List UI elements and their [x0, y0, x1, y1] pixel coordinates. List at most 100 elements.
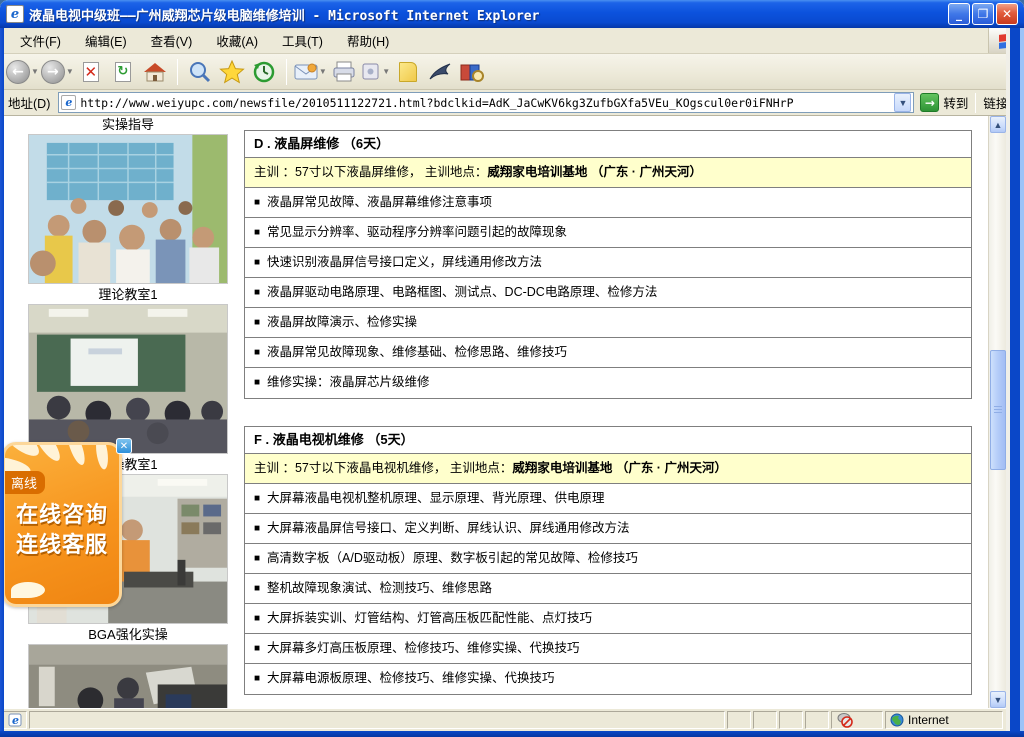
course-item-row: ■液晶屏故障演示、检修实操: [245, 308, 971, 338]
course-table-f: F . 液晶电视机维修 （5天） 主训 ：57寸以下液晶电视机维修， 主训地点：…: [244, 426, 972, 695]
chevron-down-icon[interactable]: ▼: [382, 67, 390, 76]
chevron-down-icon[interactable]: ▼: [31, 67, 39, 76]
address-dropdown-button[interactable]: ▼: [894, 93, 911, 112]
scroll-down-button[interactable]: ▼: [990, 691, 1006, 708]
status-empty-pane: [753, 711, 777, 729]
menu-file[interactable]: 文件(F): [8, 27, 73, 54]
chat-badge-line1: 在线咨询: [5, 497, 119, 529]
bullet-icon: ■: [254, 377, 260, 388]
menu-help[interactable]: 帮助(H): [335, 27, 401, 54]
bullet-icon: ■: [254, 553, 260, 564]
course-item-row: ■ 维修实操：液晶屏芯片级维修: [245, 368, 971, 398]
home-icon: [143, 61, 167, 83]
maximize-button[interactable]: ❐: [972, 3, 994, 25]
minimize-button[interactable]: _: [948, 3, 970, 25]
status-bar: e Internet: [0, 708, 1024, 731]
forward-button[interactable]: →▼: [41, 57, 74, 87]
course-item-row: ■大屏拆装实训、灯管结构、灯管高压板匹配性能、点灯技巧: [245, 604, 971, 634]
refresh-button[interactable]: ↻: [108, 57, 138, 87]
search-button[interactable]: [185, 57, 215, 87]
bullet-icon: ■: [254, 613, 260, 624]
go-label: 转到: [943, 93, 968, 112]
chevron-down-icon[interactable]: ▼: [319, 67, 327, 76]
course-content: D . 液晶屏维修 （6天） 主训 ：57寸以下液晶屏维修， 主训地点：威翔家电…: [244, 116, 972, 695]
course-item-text: 液晶屏常见故障现象、维修基础、检修思路、维修技巧: [267, 345, 567, 359]
subtitle-prefix: 主训 ：57寸以下液晶电视机维修， 主训地点：: [254, 461, 512, 475]
address-input[interactable]: e http://www.weiyupc.com/newsfile/201051…: [58, 92, 914, 113]
menu-favorites[interactable]: 收藏(A): [204, 27, 270, 54]
edit-button[interactable]: ▼: [361, 57, 391, 87]
classroom-photo-2: [28, 304, 228, 454]
popup-blocked-icon: [836, 712, 854, 728]
course-table-d: D . 液晶屏维修 （6天） 主训 ：57寸以下液晶屏维修， 主训地点：威翔家电…: [244, 130, 972, 399]
internet-globe-icon: [890, 713, 904, 727]
stop-button[interactable]: ✕: [76, 57, 106, 87]
mail-button[interactable]: ▼: [294, 57, 327, 87]
badge-tail-decoration: [11, 582, 45, 598]
address-url: http://www.weiyupc.com/newsfile/20105111…: [80, 96, 793, 110]
page-content: 实操指导 理论教室1: [4, 116, 1006, 708]
refresh-icon: ↻: [115, 62, 131, 82]
vertical-scrollbar[interactable]: ▲ ▼: [988, 116, 1006, 708]
dictionary-button[interactable]: [457, 57, 487, 87]
chat-badge-body[interactable]: 离线 在线咨询 连线客服: [2, 442, 122, 607]
bullet-icon: ■: [254, 643, 260, 654]
window-border-right: [1006, 28, 1024, 731]
security-zone-pane: Internet: [885, 711, 1003, 729]
favorites-star-icon: [219, 60, 245, 84]
bullet-icon: ■: [254, 523, 260, 534]
links-label[interactable]: 链接: [983, 93, 1008, 112]
course-item-text: 常见显示分辨率、驱动程序分辨率问题引起的故障现象: [267, 225, 567, 239]
course-item-text: 大屏幕多灯高压板原理、检修技巧、维修实操、代换技巧: [267, 641, 580, 655]
scroll-up-button[interactable]: ▲: [990, 116, 1006, 133]
ie-page-icon: e: [6, 5, 24, 23]
course-item-row: ■大屏幕电源板原理、检修技巧、维修实操、代换技巧: [245, 664, 971, 694]
menu-edit[interactable]: 编辑(E): [73, 27, 139, 54]
course-item-row: ■ 大屏幕多灯高压板原理、检修技巧、维修实操、代换技巧: [245, 634, 971, 664]
subtitle-prefix: 主训 ：57寸以下液晶屏维修， 主训地点：: [254, 165, 487, 179]
course-item-row: ■快速识别液晶屏信号接口定义，屏线通用修改方法: [245, 248, 971, 278]
chevron-down-icon[interactable]: ▼: [66, 67, 74, 76]
course-item-row: ■整机故障现象演试、检测技巧、维修思路: [245, 574, 971, 604]
bullet-icon: ■: [254, 317, 260, 328]
mail-icon: [294, 63, 318, 81]
messenger-button[interactable]: [425, 57, 455, 87]
photo-caption: BGA强化实操: [22, 627, 234, 643]
scrollbar-thumb[interactable]: [990, 350, 1006, 470]
bullet-icon: ■: [254, 493, 260, 504]
course-item-row: ■常见显示分辨率、驱动程序分辨率问题引起的故障现象: [245, 218, 971, 248]
course-item-text: 大屏幕液晶屏信号接口、定义判断、屏线认识、屏线通用修改方法: [267, 521, 630, 535]
note-icon: [399, 62, 417, 82]
stop-icon: ✕: [83, 62, 99, 82]
course-item-row: ■大屏幕液晶电视机整机原理、显示原理、背光原理、供电原理: [245, 484, 971, 514]
back-button[interactable]: ←▼: [6, 57, 39, 87]
messenger-swoosh-icon: [428, 61, 452, 83]
course-item-row: ■液晶屏常见故障、液晶屏幕维修注意事项: [245, 188, 971, 218]
go-button[interactable]: → 转到: [920, 93, 968, 112]
svg-text:e: e: [12, 714, 19, 727]
bullet-icon: ■: [254, 347, 260, 358]
favorites-button[interactable]: [217, 57, 247, 87]
badge-close-icon[interactable]: ✕: [116, 438, 132, 454]
status-message-pane: [29, 711, 725, 729]
course-item-text: 维修实操：液晶屏芯片级维修: [267, 375, 430, 389]
course-subtitle: 主训 ：57寸以下液晶屏维修， 主训地点：威翔家电培训基地 （广东 · 广州天河…: [245, 158, 971, 188]
history-button[interactable]: [249, 57, 279, 87]
dictionary-icon: [459, 61, 485, 83]
photo-caption: 实操指导: [22, 117, 234, 133]
print-button[interactable]: [329, 57, 359, 87]
menu-view[interactable]: 查看(V): [139, 27, 205, 54]
notes-button[interactable]: [393, 57, 423, 87]
window-border-left: [0, 28, 4, 731]
chat-badge[interactable]: 离线 在线咨询 连线客服 ✕: [2, 438, 132, 610]
address-bar: 地址(D) e http://www.weiyupc.com/newsfile/…: [0, 90, 1024, 116]
course-item-text: 大屏幕电源板原理、检修技巧、维修实操、代换技巧: [267, 671, 555, 685]
browser-window: e 液晶电视中级班——广州威翔芯片级电脑维修培训 - Microsoft Int…: [0, 0, 1024, 737]
menu-bar: 文件(F) 编辑(E) 查看(V) 收藏(A) 工具(T) 帮助(H): [0, 28, 1024, 54]
title-bar: e 液晶电视中级班——广州威翔芯片级电脑维修培训 - Microsoft Int…: [0, 0, 1024, 28]
ie-done-icon: e: [8, 713, 22, 727]
course-item-text: 液晶屏驱动电路原理、电路框图、测试点、DC-DC电路原理、检修方法: [267, 285, 657, 299]
close-button[interactable]: ✕: [996, 3, 1018, 25]
home-button[interactable]: [140, 57, 170, 87]
menu-tools[interactable]: 工具(T): [270, 27, 335, 54]
